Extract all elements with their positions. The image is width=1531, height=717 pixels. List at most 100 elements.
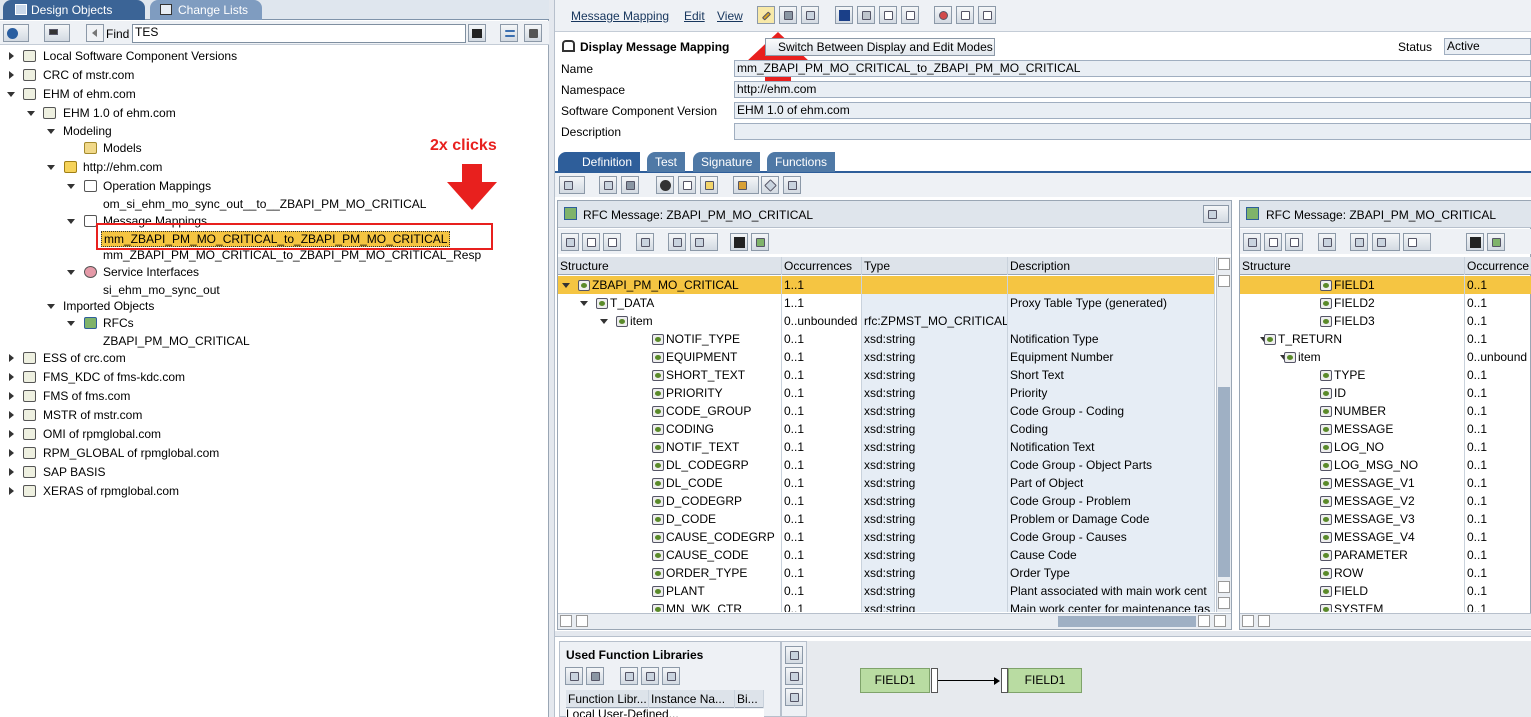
tree-item[interactable]: ZBAPI_PM_MO_CRITICAL <box>0 332 540 350</box>
tree-item[interactable]: ESS of crc.com <box>0 349 540 367</box>
horizontal-splitter[interactable] <box>555 631 1531 637</box>
table-row[interactable]: LOG_MSG_NO 0..1 <box>1240 456 1531 474</box>
table-row[interactable]: MESSAGE 0..1 <box>1240 420 1531 438</box>
column-function-library[interactable]: Function Libr... <box>566 690 649 708</box>
menu-edit[interactable]: Edit <box>684 9 705 23</box>
source-view-icon[interactable] <box>603 233 621 251</box>
table-row[interactable]: LOG_NO 0..1 <box>1240 438 1531 456</box>
display-queue-icon[interactable] <box>559 176 585 194</box>
settings-icon[interactable] <box>656 176 674 194</box>
filter-dropdown-icon[interactable] <box>690 233 718 251</box>
table-row[interactable]: PRIORITY 0..1 xsd:string Priority <box>558 384 1215 402</box>
filter-down-icon[interactable] <box>1318 233 1336 251</box>
table-row[interactable]: CAUSE_CODEGRP 0..1 xsd:string Code Group - … <box>558 528 1215 546</box>
tree-item[interactable]: http://ehm.com <box>0 158 540 176</box>
collapse-icon[interactable] <box>600 319 608 324</box>
tab-change-lists[interactable]: Change Lists <box>150 0 262 20</box>
tab-definition[interactable]: Definition <box>558 152 641 172</box>
table-view-icon[interactable] <box>1264 233 1282 251</box>
paste-library-icon[interactable] <box>662 667 680 685</box>
table-icon[interactable] <box>956 6 974 24</box>
at-attribute-icon[interactable] <box>668 233 686 251</box>
collapse-icon[interactable] <box>47 165 55 170</box>
find-input[interactable]: TES <box>132 24 466 43</box>
window-icon[interactable] <box>783 176 801 194</box>
scroll-left-arrow-icon[interactable] <box>1242 615 1254 627</box>
cut-icon[interactable] <box>620 667 638 685</box>
tree-item[interactable]: FMS of fms.com <box>0 387 540 405</box>
table-row-selected[interactable]: FIELD1 0..1 <box>1240 276 1531 294</box>
scroll-left-arrow-icon[interactable] <box>1198 615 1210 627</box>
table-row[interactable]: DL_CODE 0..1 xsd:string Part of Object <box>558 474 1215 492</box>
export-icon[interactable] <box>1487 233 1505 251</box>
scroll-end-arrow-icon[interactable] <box>1218 597 1230 609</box>
scroll-right-arrow-icon[interactable] <box>1214 615 1226 627</box>
menu-message-mapping[interactable]: Message Mapping <box>571 9 669 23</box>
properties-icon[interactable] <box>678 176 696 194</box>
collapse-icon[interactable] <box>67 219 75 224</box>
expand-icon[interactable] <box>9 411 14 419</box>
scroll-thumb[interactable] <box>1058 616 1196 627</box>
table-row[interactable]: PARAMETER 0..1 <box>1240 546 1531 564</box>
table-row[interactable]: NOTIF_TYPE 0..1 xsd:string Notification Typ… <box>558 330 1215 348</box>
tree-item[interactable]: XERAS of rpmglobal.com <box>0 482 540 500</box>
scroll-down-arrow-icon[interactable] <box>1218 581 1230 593</box>
tree-item[interactable]: SAP BASIS <box>0 463 540 481</box>
edit-mode-pencil-icon[interactable] <box>757 6 775 24</box>
table-row[interactable]: D_CODE 0..1 xsd:string Problem or Damage Co… <box>558 510 1215 528</box>
table-row[interactable]: PLANT 0..1 xsd:string Plant associated with… <box>558 582 1215 600</box>
column-binding[interactable]: Bi... <box>735 690 764 708</box>
table-row[interactable]: ROW 0..1 <box>1240 564 1531 582</box>
filter-down-icon[interactable] <box>636 233 654 251</box>
switch-mode-button[interactable]: Switch Between Display and Edit Modes <box>765 38 995 56</box>
table-row[interactable]: EQUIPMENT 0..1 xsd:string Equipment Number <box>558 348 1215 366</box>
menu-view[interactable]: View <box>717 9 743 23</box>
scroll-right-arrow-icon[interactable] <box>1258 615 1270 627</box>
side-pencil-icon[interactable] <box>785 667 803 685</box>
tree-item[interactable]: RPM_GLOBAL of rpmglobal.com <box>0 444 540 462</box>
scroll-thumb[interactable] <box>1218 387 1230 577</box>
table-row[interactable]: MESSAGE_V2 0..1 <box>1240 492 1531 510</box>
column-header-occurrences[interactable]: Occurrences <box>782 257 862 275</box>
expand-icon[interactable] <box>9 468 14 476</box>
tree-item[interactable]: Imported Objects <box>0 297 540 315</box>
table-view-icon[interactable] <box>582 233 600 251</box>
tab-signature[interactable]: Signature <box>693 152 761 172</box>
table-row[interactable]: CODE_GROUP 0..1 xsd:string Code Group - Cod… <box>558 402 1215 420</box>
expand-icon[interactable] <box>9 430 14 438</box>
search-binoculars-icon[interactable] <box>1466 233 1484 251</box>
table-row[interactable]: D_CODEGRP 0..1 xsd:string Code Group - Prob… <box>558 492 1215 510</box>
table-row[interactable]: TYPE 0..1 <box>1240 366 1531 384</box>
side-structure-icon[interactable] <box>785 688 803 706</box>
export-icon[interactable] <box>751 233 769 251</box>
expand-icon[interactable] <box>9 487 14 495</box>
info-icon[interactable] <box>835 6 853 24</box>
find-prev-button[interactable] <box>86 24 104 42</box>
table-row[interactable]: CODING 0..1 xsd:string Coding <box>558 420 1215 438</box>
table-row[interactable]: MESSAGE_V1 0..1 <box>1240 474 1531 492</box>
table-row[interactable]: NUMBER 0..1 <box>1240 402 1531 420</box>
scroll-left-arrow-icon[interactable] <box>560 615 572 627</box>
table-row[interactable]: FIELD3 0..1 <box>1240 312 1531 330</box>
add-library-icon[interactable] <box>565 667 583 685</box>
table-row-selected[interactable]: ZBAPI_PM_MO_CRITICAL 1..1 <box>558 276 1215 294</box>
scroll-right-arrow-icon[interactable] <box>576 615 588 627</box>
column-header-structure[interactable]: Structure <box>558 257 782 275</box>
collapse-icon[interactable] <box>27 111 35 116</box>
tree-item[interactable]: Local Software Component Versions <box>0 47 540 65</box>
source-field-node[interactable]: FIELD1 <box>860 668 930 693</box>
target-field-node[interactable]: FIELD1 <box>1008 668 1082 693</box>
collapse-icon[interactable] <box>67 184 75 189</box>
save-icon[interactable] <box>779 6 797 24</box>
collapse-icon[interactable] <box>47 129 55 134</box>
tree-item[interactable]: FMS_KDC of fms-kdc.com <box>0 368 540 386</box>
table-row[interactable]: FIELD 0..1 <box>1240 582 1531 600</box>
collapse-icon[interactable] <box>7 92 15 97</box>
document-icon[interactable] <box>978 6 996 24</box>
collapse-panel-button[interactable] <box>524 24 542 42</box>
table-row[interactable]: MN_WK_CTR 0..1 xsd:string Main work center … <box>558 600 1215 612</box>
properties-dropdown-icon[interactable] <box>1403 233 1431 251</box>
remove-library-icon[interactable] <box>586 667 604 685</box>
mapping-canvas[interactable]: FIELD1 FIELD1 <box>807 641 1531 717</box>
layout-icon[interactable] <box>733 176 759 194</box>
